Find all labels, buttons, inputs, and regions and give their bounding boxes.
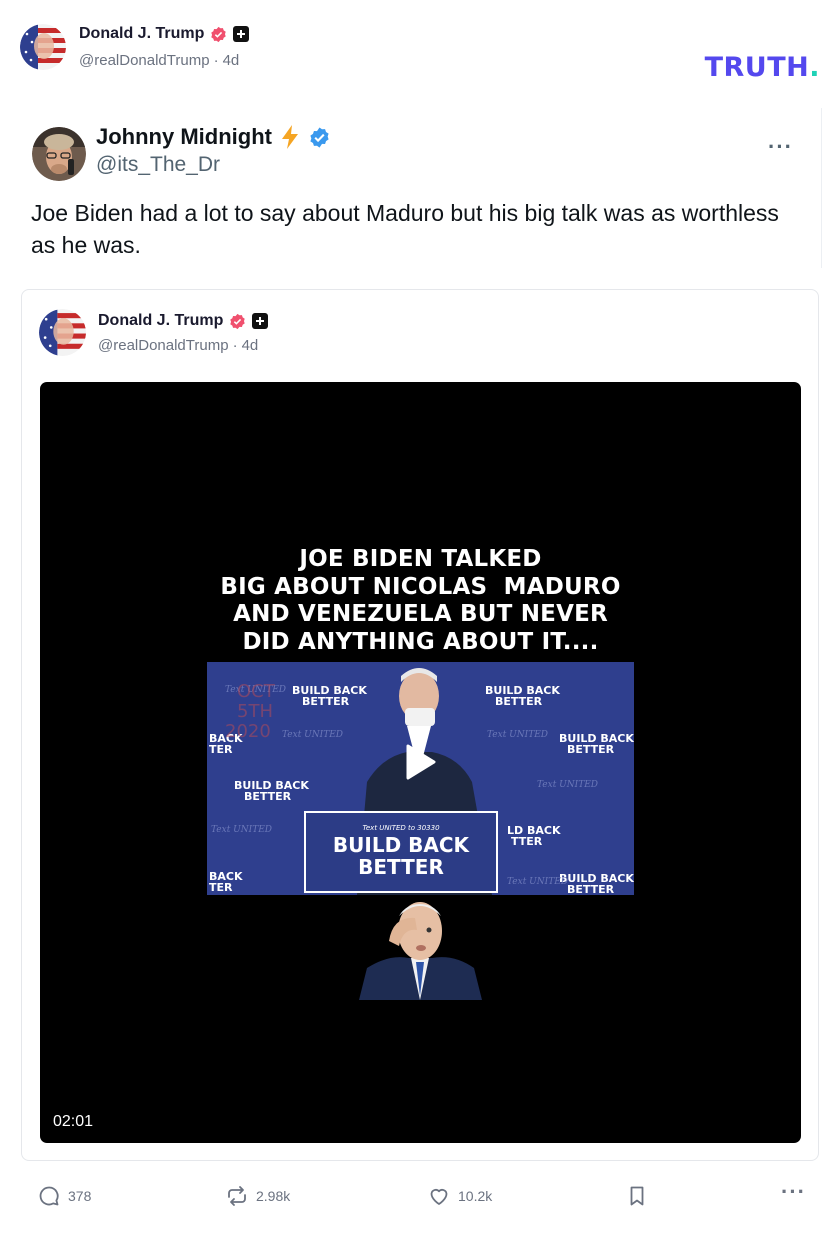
svg-text:TER: TER bbox=[209, 743, 233, 756]
reply-button[interactable]: 378 bbox=[37, 1184, 91, 1208]
x-more-icon: ··· bbox=[768, 134, 793, 159]
author-name-row: Donald J. Trump bbox=[79, 25, 250, 43]
quoted-author-handle-row: @realDonaldTrump · 4d bbox=[98, 337, 258, 354]
post-header: Donald J. Trump @realDonaldTrump · 4d TR… bbox=[20, 22, 840, 83]
author-avatar[interactable] bbox=[20, 24, 66, 70]
quoted-author-name[interactable]: Donald J. Trump bbox=[98, 312, 223, 330]
x-post-text: Joe Biden had a lot to say about Maduro … bbox=[31, 200, 779, 258]
svg-text:TER: TER bbox=[209, 881, 233, 894]
svg-text:Text UNITED: Text UNITED bbox=[537, 780, 598, 790]
svg-text:BETTER: BETTER bbox=[302, 695, 350, 708]
quoted-author-handle[interactable]: @realDonaldTrump bbox=[98, 337, 229, 354]
svg-text:BETTER: BETTER bbox=[244, 790, 292, 803]
retruth-icon bbox=[225, 1184, 249, 1208]
caption-line: DID ANYTHING ABOUT IT.... bbox=[242, 628, 599, 655]
x-verified-icon bbox=[308, 126, 331, 149]
like-button[interactable]: 10.2k bbox=[427, 1184, 492, 1208]
svg-text:BETTER: BETTER bbox=[567, 743, 615, 756]
svg-text:Text UNITED: Text UNITED bbox=[487, 730, 548, 740]
more-options-icon[interactable]: ··· bbox=[781, 1179, 806, 1205]
verified-badge-icon bbox=[210, 26, 227, 43]
podium-small-text: Text UNITED to 30330 bbox=[362, 824, 440, 832]
video-player[interactable]: JOE BIDEN TALKED BIG ABOUT NICOLAS MADUR… bbox=[40, 382, 801, 1143]
caption-line: AND VENEZUELA BUT NEVER bbox=[233, 601, 608, 627]
svg-text:Text UNITED: Text UNITED bbox=[282, 730, 343, 740]
svg-text:OCT: OCT bbox=[237, 681, 276, 702]
podium-line-2: BETTER bbox=[358, 855, 444, 879]
action-bar: 378 2.98k 10.2k ··· bbox=[0, 1179, 840, 1214]
post-page: Donald J. Trump @realDonaldTrump · 4d TR… bbox=[0, 0, 840, 1239]
reply-icon bbox=[37, 1184, 61, 1208]
separator: · bbox=[232, 337, 238, 354]
svg-text:Text UNITED: Text UNITED bbox=[211, 825, 272, 835]
x-author-name: Johnny Midnight bbox=[96, 124, 272, 149]
podium-sign: Text UNITED to 30330 BUILD BACK BETTER bbox=[305, 812, 497, 892]
bookmark-button[interactable] bbox=[625, 1184, 649, 1208]
svg-text:5TH: 5TH bbox=[237, 701, 273, 722]
lightning-bolt-icon bbox=[279, 124, 301, 150]
bookmark-icon bbox=[625, 1184, 649, 1208]
quoted-author-name-row: Donald J. Trump bbox=[98, 312, 269, 330]
play-icon[interactable] bbox=[398, 740, 442, 784]
plus-badge-icon bbox=[233, 26, 250, 42]
author-handle-row: @realDonaldTrump · 4d bbox=[79, 52, 239, 69]
quoted-post-time[interactable]: 4d bbox=[242, 337, 259, 354]
reply-count: 378 bbox=[68, 1188, 92, 1204]
video-duration: 02:01 bbox=[53, 1113, 94, 1130]
verified-badge-icon bbox=[229, 313, 246, 330]
retruth-button[interactable]: 2.98k bbox=[225, 1184, 290, 1208]
truth-logo[interactable]: TRUTH. bbox=[705, 52, 820, 83]
caption-line: BIG ABOUT NICOLAS MADURO bbox=[220, 573, 621, 600]
heart-icon bbox=[427, 1184, 451, 1208]
podium-line-1: BUILD BACK bbox=[332, 833, 470, 857]
plus-badge-icon bbox=[252, 313, 269, 329]
author-handle[interactable]: @realDonaldTrump bbox=[79, 52, 210, 69]
retruth-count: 2.98k bbox=[256, 1188, 291, 1204]
x-author-avatar bbox=[32, 127, 86, 181]
truth-logo-dot: . bbox=[809, 52, 820, 83]
video-caption: JOE BIDEN TALKED BIG ABOUT NICOLAS MADUR… bbox=[40, 546, 801, 656]
embedded-x-post: Johnny Midnight @its_The_Dr ··· Joe Bide… bbox=[20, 108, 822, 268]
svg-text:TTER: TTER bbox=[511, 835, 543, 848]
quoted-author-avatar[interactable] bbox=[39, 309, 86, 356]
quoted-post-card[interactable]: Donald J. Trump @realDonaldTrump · 4d JO… bbox=[21, 289, 819, 1161]
x-author-handle: @its_The_Dr bbox=[96, 153, 221, 176]
video-thumbnail-face bbox=[359, 896, 482, 1000]
svg-text:BETTER: BETTER bbox=[495, 695, 543, 708]
author-name[interactable]: Donald J. Trump bbox=[79, 25, 204, 43]
svg-text:Text UNITED: Text UNITED bbox=[507, 877, 568, 887]
separator: · bbox=[213, 52, 219, 69]
caption-line: JOE BIDEN TALKED bbox=[299, 546, 542, 572]
like-count: 10.2k bbox=[458, 1188, 493, 1204]
svg-text:2020: 2020 bbox=[225, 721, 271, 742]
truth-logo-text: TRUTH bbox=[704, 52, 810, 83]
x-author-name-row: Johnny Midnight bbox=[96, 124, 331, 150]
svg-text:BETTER: BETTER bbox=[567, 883, 615, 895]
post-time[interactable]: 4d bbox=[223, 52, 240, 69]
